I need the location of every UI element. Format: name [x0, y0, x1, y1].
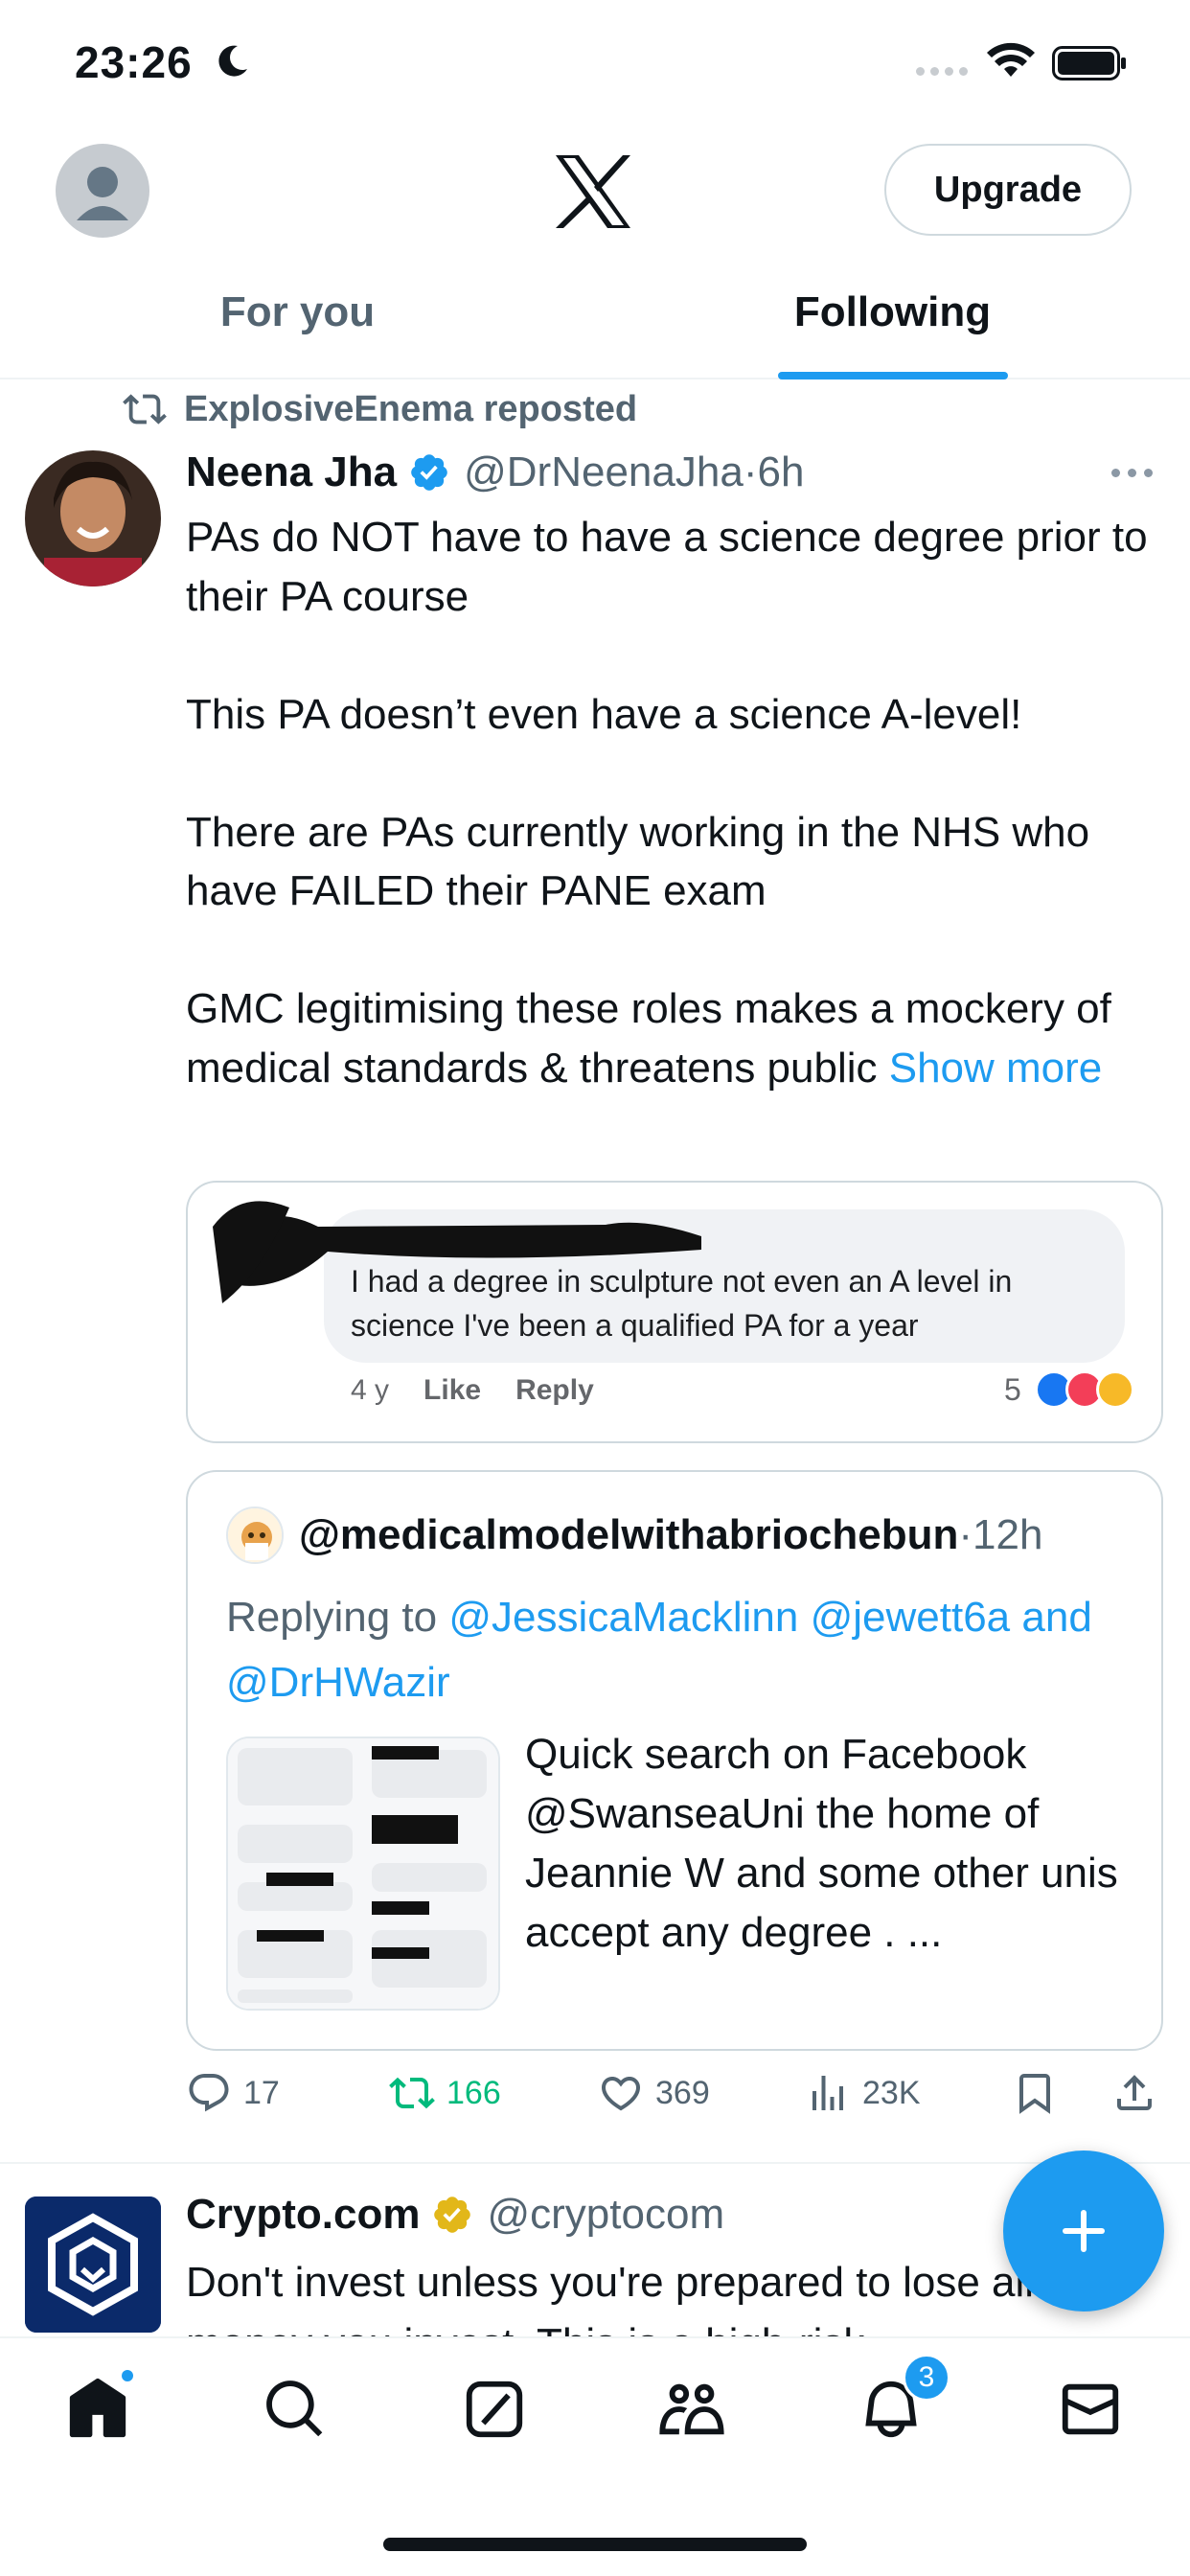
replying-prefix: Replying to	[226, 1594, 449, 1641]
verified-gold-badge-icon	[434, 2196, 471, 2233]
plus-icon	[1063, 2210, 1105, 2252]
home-indicator	[383, 2538, 807, 2551]
ad-header: Crypto.com @cryptocom	[186, 2191, 724, 2239]
author-handle[interactable]: @DrNeenaJha	[464, 448, 744, 496]
status-time: 23:26	[75, 37, 193, 87]
tweet-header: Neena Jha @DrNeenaJha · 6h	[186, 445, 804, 500]
nav-grok[interactable]	[456, 2371, 533, 2448]
screenshot-collage	[228, 1738, 498, 2009]
reply-and: and	[1021, 1594, 1092, 1641]
views-button[interactable]: 23K	[805, 2070, 921, 2116]
show-more-link[interactable]: Show more	[889, 1045, 1103, 1092]
author-name[interactable]: Neena Jha	[186, 448, 397, 496]
battery-icon	[1052, 46, 1126, 80]
tab-label: For you	[219, 288, 376, 335]
cellular-signal-icon	[916, 67, 968, 76]
compose-button[interactable]	[1003, 2150, 1164, 2312]
home-icon	[69, 2378, 126, 2438]
tweet-body-text: PAs do NOT have to have a science degree…	[186, 514, 1148, 1092]
fb-reaction-count: 5	[1004, 1371, 1021, 1407]
analytics-icon	[812, 2076, 843, 2110]
tab-for-you[interactable]: For you	[0, 268, 595, 378]
top-header: Upgrade	[0, 134, 1190, 249]
replying-to: Replying to @JessicaMacklinn @jewett6a a…	[226, 1585, 1127, 1715]
quote-time: 12h	[973, 1511, 1043, 1558]
quoted-tweet[interactable]: @medicalmodelwithabriochebun · 12h Reply…	[186, 1470, 1163, 2051]
reply-count: 17	[243, 2074, 280, 2111]
nav-messages[interactable]	[1052, 2371, 1129, 2448]
repost-count: 166	[446, 2074, 501, 2111]
doctor-avatar-icon	[228, 1508, 282, 1562]
ad-avatar[interactable]	[25, 2196, 161, 2333]
ad-author-handle[interactable]: @cryptocom	[487, 2191, 724, 2239]
upgrade-button[interactable]: Upgrade	[884, 144, 1132, 236]
views-count: 23K	[862, 2074, 921, 2111]
separator-dot: ·	[743, 448, 758, 495]
repost-icon	[123, 394, 167, 425]
verified-badge-icon	[411, 454, 447, 491]
bookmark-button[interactable]	[1012, 2070, 1069, 2116]
nav-communities[interactable]	[653, 2371, 730, 2448]
more-options-icon[interactable]	[1111, 458, 1159, 487]
repost-context[interactable]: ExplosiveEnema reposted	[123, 387, 637, 431]
reply-user-link[interactable]: @JessicaMacklinn	[448, 1594, 798, 1641]
tweet-actions: 17 166 369 23K	[186, 2070, 1163, 2128]
fb-comment-age: 4 y	[351, 1374, 390, 1406]
nav-home[interactable]	[59, 2367, 136, 2448]
author-avatar[interactable]	[25, 450, 161, 586]
bookmark-icon	[1019, 2074, 1050, 2114]
tweet-text: PAs do NOT have to have a science degree…	[186, 508, 1154, 1097]
reply-icon	[189, 2074, 229, 2112]
ad-author-name[interactable]: Crypto.com	[186, 2191, 420, 2239]
tweet-time[interactable]: 6h	[757, 448, 804, 496]
fb-reactions: 5	[1004, 1370, 1134, 1409]
fb-comment-meta: 4 y Like Reply	[351, 1374, 594, 1407]
quote-thumbnail-image	[226, 1736, 500, 2011]
reply-user-link[interactable]: @DrHWazir	[226, 1659, 450, 1706]
author-photo	[25, 450, 161, 586]
like-count: 369	[655, 2074, 710, 2111]
status-bar: 23:26	[0, 0, 1190, 134]
separator-dot: ·	[958, 1511, 973, 1558]
wifi-icon	[987, 42, 1035, 77]
bottom-navigation: 3	[0, 2336, 1190, 2576]
search-icon	[266, 2380, 323, 2437]
fb-comment-text: I had a degree in sculpture not even an …	[351, 1264, 1013, 1343]
wow-reaction-icon	[1095, 1370, 1134, 1409]
reply-button[interactable]: 17	[186, 2070, 280, 2116]
communities-icon	[659, 2383, 724, 2435]
nav-search[interactable]	[257, 2371, 333, 2448]
fb-like-label: Like	[423, 1374, 482, 1406]
timeline-tabs: For you Following	[0, 268, 1190, 380]
nav-notifications[interactable]: 3	[853, 2354, 950, 2448]
repost-icon	[389, 2077, 435, 2109]
tweet-media-image[interactable]: I had a degree in sculpture not even an …	[186, 1181, 1163, 1443]
tab-label: Following	[793, 288, 992, 335]
active-tab-indicator	[777, 372, 1008, 380]
profile-avatar[interactable]	[56, 144, 149, 238]
like-button[interactable]: 369	[598, 2070, 710, 2116]
quote-header: @medicalmodelwithabriochebun · 12h	[226, 1506, 1042, 1564]
tab-following[interactable]: Following	[595, 268, 1190, 380]
repost-button[interactable]: 166	[389, 2070, 501, 2116]
notifications-badge: 3	[903, 2354, 950, 2402]
moon-icon	[218, 45, 247, 77]
quote-author-avatar	[226, 1506, 284, 1564]
tweet-divider	[0, 2162, 1190, 2164]
home-unread-dot	[119, 2367, 136, 2384]
share-icon	[1117, 2075, 1152, 2110]
x-logo-icon[interactable]	[552, 153, 634, 230]
quote-author-handle: @medicalmodelwithabriochebun	[299, 1511, 959, 1558]
crypto-com-logo-icon	[25, 2196, 161, 2333]
reply-user-link[interactable]: @jewett6a	[811, 1594, 1011, 1641]
grok-icon	[466, 2380, 523, 2438]
messages-icon	[1062, 2383, 1119, 2435]
heart-icon	[601, 2077, 641, 2111]
repost-text: ExplosiveEnema reposted	[184, 388, 638, 429]
share-button[interactable]	[1111, 2070, 1169, 2116]
quote-text: Quick search on Facebook @SwanseaUni the…	[525, 1731, 1118, 1956]
default-avatar-icon	[77, 167, 128, 220]
fb-reply-label: Reply	[515, 1374, 594, 1406]
